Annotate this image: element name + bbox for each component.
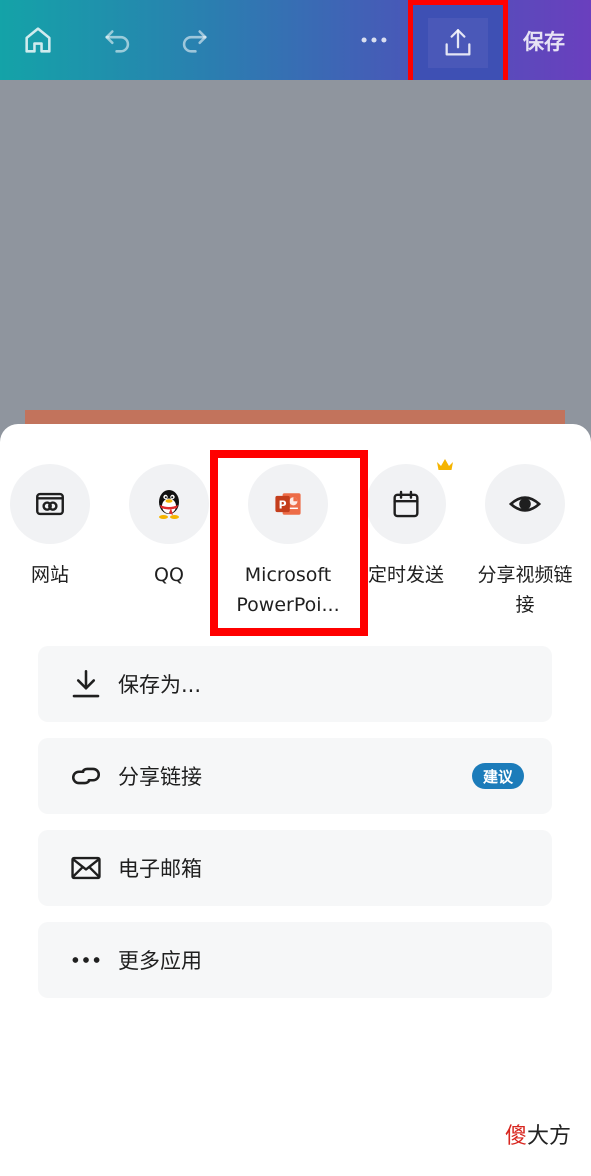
share-app-website[interactable]: 网站 bbox=[0, 464, 109, 590]
share-app-label: 网站 bbox=[30, 564, 69, 586]
link-icon bbox=[66, 756, 106, 796]
share-app-qq[interactable]: QQ bbox=[110, 464, 228, 590]
option-save-as[interactable]: 保存为... bbox=[38, 646, 552, 722]
website-icon bbox=[10, 464, 90, 544]
share-button-highlight[interactable] bbox=[408, 0, 508, 86]
powerpoint-icon: P bbox=[248, 464, 328, 544]
option-label: 电子邮箱 bbox=[118, 857, 202, 881]
editor-toolbar: 保存 bbox=[0, 0, 591, 86]
share-app-powerpoint[interactable]: P Microsoft PowerPoi... bbox=[229, 464, 347, 620]
mail-icon bbox=[66, 848, 106, 888]
option-share-link[interactable]: 分享链接 建议 bbox=[38, 738, 552, 814]
more-horizontal-icon bbox=[66, 940, 106, 980]
download-icon bbox=[66, 664, 106, 704]
option-label: 分享链接 bbox=[118, 765, 202, 789]
share-app-label: Microsoft PowerPoi... bbox=[236, 564, 340, 616]
calendar-icon bbox=[366, 459, 453, 544]
share-app-label: 定时发送 bbox=[367, 564, 444, 586]
option-label: 保存为... bbox=[118, 673, 202, 697]
save-button[interactable]: 保存 bbox=[523, 26, 565, 56]
option-email[interactable]: 电子邮箱 bbox=[38, 830, 552, 906]
home-icon[interactable] bbox=[18, 20, 58, 60]
option-more-apps[interactable]: 更多应用 bbox=[38, 922, 552, 998]
qq-penguin-icon bbox=[129, 464, 209, 544]
share-sheet: 网站 QQ P Microsoft PowerPoi... 定时发送 分享视频链… bbox=[0, 424, 591, 1176]
share-button[interactable] bbox=[428, 18, 488, 68]
svg-text:P: P bbox=[279, 499, 287, 512]
share-icon bbox=[445, 29, 471, 56]
redo-icon[interactable] bbox=[174, 20, 214, 60]
undo-icon[interactable] bbox=[98, 20, 138, 60]
share-app-row: 网站 QQ P Microsoft PowerPoi... 定时发送 分享视频链… bbox=[0, 459, 591, 624]
eye-icon bbox=[485, 464, 565, 544]
suggested-badge: 建议 bbox=[471, 763, 524, 789]
share-app-schedule[interactable]: 定时发送 bbox=[347, 459, 465, 590]
share-app-label: 分享视频链 接 bbox=[477, 564, 573, 616]
option-label: 更多应用 bbox=[118, 949, 202, 973]
design-canvas bbox=[0, 80, 591, 425]
share-app-label: QQ bbox=[154, 564, 184, 586]
watermark: 傻大方 bbox=[504, 1124, 571, 1149]
more-icon[interactable] bbox=[354, 20, 394, 60]
share-app-video-link[interactable]: 分享视频链 接 bbox=[466, 464, 584, 620]
premium-crown-icon bbox=[437, 459, 453, 470]
